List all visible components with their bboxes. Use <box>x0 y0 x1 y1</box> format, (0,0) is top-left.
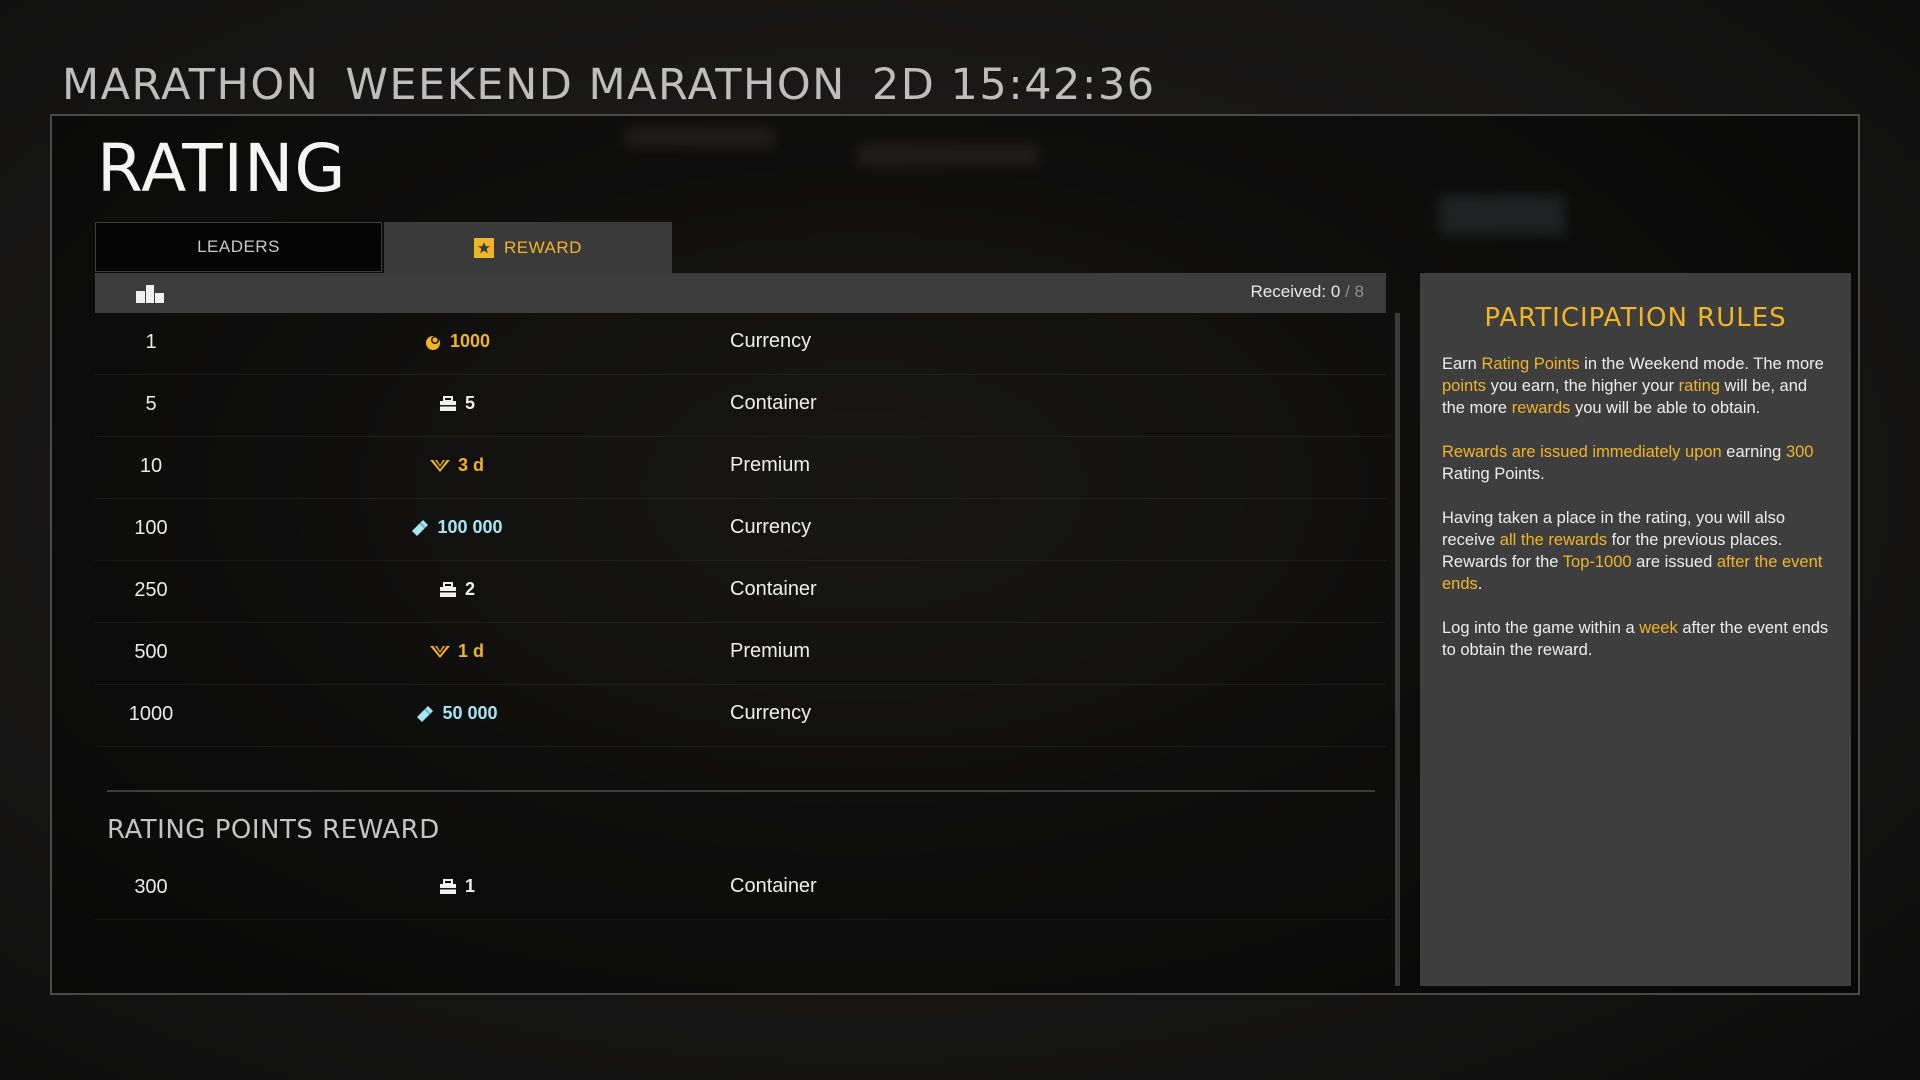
tab-leaders[interactable]: LEADERS <box>95 222 382 272</box>
reward-type: Container <box>730 578 817 600</box>
reward-place: 250 <box>134 579 168 601</box>
rules-paragraph: Rewards are issued immediately upon earn… <box>1442 441 1829 485</box>
reward-amount: 1 <box>365 876 549 897</box>
reward-amount: 100 000 <box>365 517 549 538</box>
received-label: Received: <box>1250 282 1327 301</box>
reward-type: Currency <box>730 702 812 724</box>
crystal-icon <box>417 705 434 722</box>
container-icon <box>439 878 456 894</box>
rules-text: . <box>1477 575 1483 593</box>
rules-highlight: Rewards are issued immediately upon <box>1442 443 1722 461</box>
reward-place: 1 <box>145 331 157 353</box>
event-name: WEEKEND MARATHON <box>345 60 846 110</box>
rules-title: PARTICIPATION RULES <box>1484 303 1787 333</box>
rating-points-reward-list: 300 1 Container <box>95 858 1386 920</box>
reward-amount-value: 1 <box>464 876 475 896</box>
reward-amount: 1000 <box>365 331 549 352</box>
section-divider <box>107 790 1375 792</box>
rules-text: you earn, the higher your <box>1486 377 1679 395</box>
rules-highlight: 300 <box>1785 443 1814 461</box>
reward-place: 500 <box>134 641 168 663</box>
event-timer: 2D 15:42:36 <box>871 60 1156 110</box>
rules-paragraph: Log into the game within a week after th… <box>1442 617 1829 661</box>
rules-paragraph: Having taken a place in the rating, you … <box>1442 507 1829 595</box>
rules-text: earning <box>1721 443 1786 461</box>
reward-row: 1 1000 Currency <box>95 313 1386 375</box>
received-counter: Received: 0 / 8 <box>1251 282 1364 302</box>
coin-icon <box>425 335 440 350</box>
reward-amount-value: 1 d <box>457 641 484 661</box>
reward-row: 10 3 d Premium <box>95 437 1386 499</box>
reward-amount-value: 100 000 <box>437 517 503 537</box>
rules-text: in the Weekend mode. The more <box>1579 355 1824 373</box>
rules-highlight: points <box>1442 377 1487 395</box>
reward-type: Currency <box>730 330 812 352</box>
reward-place: 300 <box>134 876 168 898</box>
reward-row: 100 100 000 Currency <box>95 499 1386 561</box>
received-value: 0 <box>1330 282 1341 301</box>
reward-place: 5 <box>145 393 157 415</box>
event-header: MARATHON WEEKEND MARATHON 2D 15:42:36 <box>62 60 1156 110</box>
reward-row: 500 1 d Premium <box>95 623 1386 685</box>
page-title: RATING <box>97 130 347 207</box>
reward-amount-value: 1000 <box>449 331 491 351</box>
tab-leaders-label: LEADERS <box>197 237 280 256</box>
rewards-list: 1 1000 Currency 5 5 Container 10 3 d Pre… <box>95 313 1386 747</box>
reward-type: Premium <box>730 640 811 662</box>
reward-amount: 50 000 <box>365 703 549 724</box>
premium-icon <box>429 645 450 658</box>
reward-type: Currency <box>730 516 812 538</box>
reward-type: Container <box>730 392 817 414</box>
rules-highlight: rating <box>1678 377 1720 395</box>
rules-highlight: rewards <box>1511 399 1571 417</box>
reward-place: 10 <box>139 455 163 477</box>
crystal-icon <box>412 519 429 536</box>
reward-amount: 1 d <box>365 641 549 662</box>
premium-icon <box>429 459 450 472</box>
rating-points-reward-title: RATING POINTS REWARD <box>107 815 440 845</box>
reward-amount-value: 3 d <box>457 455 484 475</box>
rules-text: you will be able to obtain. <box>1570 399 1761 417</box>
reward-row: 5 5 Container <box>95 375 1386 437</box>
rules-text: Rating Points. <box>1442 465 1545 483</box>
reward-amount: 5 <box>365 393 549 414</box>
reward-amount-value: 2 <box>464 579 475 599</box>
received-separator: / <box>1345 282 1350 301</box>
rules-text: are issued <box>1631 553 1717 571</box>
rules-text: Earn <box>1442 355 1482 373</box>
reward-amount: 3 d <box>365 455 549 476</box>
reward-amount-value: 5 <box>464 393 475 413</box>
reward-row: 250 2 Container <box>95 561 1386 623</box>
star-icon <box>474 238 495 258</box>
reward-row: 300 1 Container <box>95 858 1386 920</box>
reward-type: Container <box>730 875 817 897</box>
received-total: 8 <box>1354 282 1364 301</box>
reward-place: 100 <box>134 517 168 539</box>
participation-rules-panel: PARTICIPATION RULES Earn Rating Points i… <box>1420 273 1851 986</box>
rules-highlight: week <box>1639 619 1678 637</box>
scrollbar[interactable] <box>1395 313 1400 986</box>
rules-paragraph: Earn Rating Points in the Weekend mode. … <box>1442 353 1829 419</box>
tab-reward-label: REWARD <box>504 238 582 257</box>
mode-label: MARATHON <box>62 60 320 110</box>
rules-highlight: all the rewards <box>1499 531 1608 549</box>
rules-text: Log into the game within a <box>1442 619 1640 637</box>
rules-highlight: Top-1000 <box>1562 553 1632 571</box>
reward-place: 1000 <box>128 703 174 725</box>
rules-highlight: Rating Points <box>1481 355 1580 373</box>
container-icon <box>439 581 456 597</box>
container-icon <box>439 395 456 411</box>
rewards-table-header: Received: 0 / 8 <box>95 273 1386 313</box>
reward-type: Premium <box>730 454 811 476</box>
podium-icon <box>136 285 164 303</box>
reward-amount: 2 <box>365 579 549 600</box>
reward-amount-value: 50 000 <box>442 703 498 723</box>
tab-reward[interactable]: REWARD <box>384 222 672 274</box>
reward-row: 1000 50 000 Currency <box>95 685 1386 747</box>
